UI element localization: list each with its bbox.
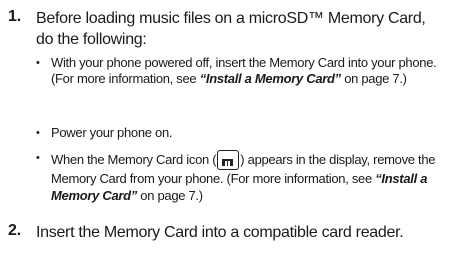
bullet-text: With your phone powered off, insert the … (51, 55, 437, 86)
bullet-text: When the Memory Card icon () appears in … (51, 150, 436, 203)
bullet-text: Power your phone on. (51, 125, 173, 140)
bullet-item: • Power your phone on. (36, 125, 461, 141)
bullet-icon: • (36, 57, 40, 69)
step-text-line: do the following: (36, 31, 147, 48)
bullet-icon: • (36, 152, 40, 164)
step-number: 1. (8, 8, 21, 25)
step-text-line: Before loading music files on a microSD™… (36, 10, 426, 27)
step-number: 2. (8, 222, 21, 239)
bullet-item: • With your phone powered off, insert th… (36, 55, 461, 87)
bullet-icon: • (36, 127, 40, 139)
step-text: Insert the Memory Card into a compatible… (36, 222, 404, 243)
step-text: Before loading music files on a microSD™… (36, 8, 426, 50)
bullet-item: • When the Memory Card icon () appears i… (36, 150, 461, 204)
step-text-line: Insert the Memory Card into a compatible… (36, 224, 404, 241)
cross-reference-link[interactable]: “Install a Memory Card” (200, 71, 342, 86)
memory-card-icon (217, 150, 240, 170)
